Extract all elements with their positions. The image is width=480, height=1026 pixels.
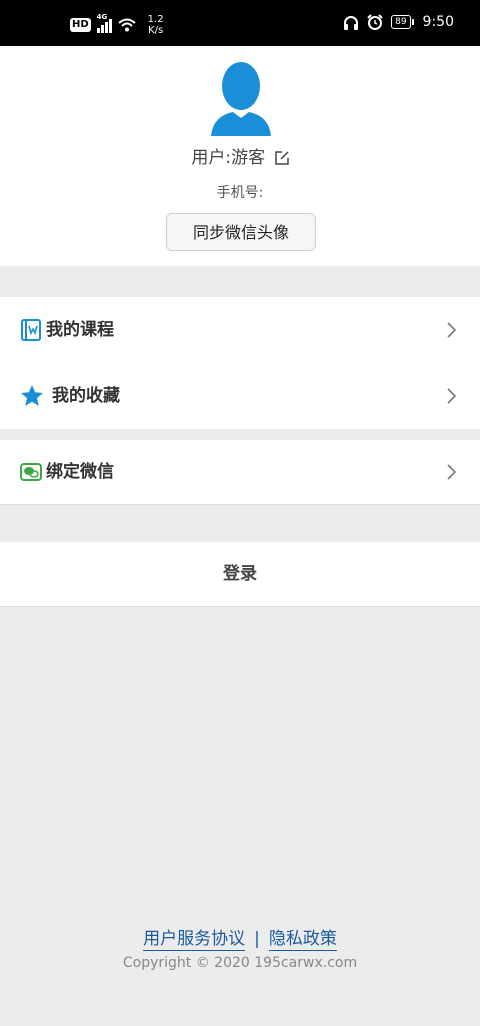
privacy-link[interactable]: 隐私政策 [268, 929, 337, 951]
speed-unit: K/s [148, 25, 164, 36]
hd-badge: HD [70, 18, 91, 32]
phone-label: 手机号: [216, 185, 264, 201]
book-icon [21, 319, 41, 341]
profile-section: 用户:游客 手机号: 同步微信头像 [0, 46, 480, 266]
menu-label-bind-wechat: 绑定微信 [46, 462, 114, 482]
footer-links: 用户服务协议 | 隐私政策 [0, 924, 480, 951]
copyright: Copyright © 2020 195carwx.com [122, 955, 358, 971]
chevron-right-icon [447, 388, 456, 404]
status-bar: HD 4G 1.2 K/s 89 9:50 [0, 0, 480, 46]
sync-wechat-avatar-button[interactable]: 同步微信头像 [166, 213, 316, 251]
network-type: 4G [96, 13, 108, 21]
wechat-icon [20, 463, 42, 481]
chevron-right-icon [447, 464, 456, 480]
user-name-row: 用户:游客 [0, 143, 480, 168]
menu-label-favorites: 我的收藏 [52, 386, 120, 406]
edit-icon[interactable] [274, 151, 289, 165]
terms-link[interactable]: 用户服务协议 [143, 929, 246, 951]
menu-item-bind-wechat[interactable]: 绑定微信 [0, 440, 480, 504]
login-label: 登录 [223, 564, 257, 584]
speed-value: 1.2 [147, 14, 164, 25]
login-button[interactable]: 登录 [0, 542, 480, 607]
menu-group-wechat: 绑定微信 [0, 440, 480, 505]
menu-item-favorites[interactable]: 我的收藏 [0, 363, 480, 429]
clock: 9:50 [422, 14, 454, 30]
menu-group-main: 我的课程 我的收藏 [0, 297, 480, 429]
user-name: 用户:游客 [191, 148, 266, 168]
wifi-icon [118, 18, 136, 32]
alarm-icon [367, 14, 383, 30]
star-icon [21, 385, 43, 406]
network-speed: 1.2 K/s [148, 14, 164, 36]
menu-item-courses[interactable]: 我的课程 [0, 297, 480, 363]
menu-label-courses: 我的课程 [46, 320, 114, 340]
status-right: 89 9:50 [343, 14, 454, 30]
status-left: HD 4G 1.2 K/s [70, 13, 164, 36]
headphones-icon [344, 15, 359, 30]
chevron-right-icon [447, 322, 456, 338]
battery-icon: 89 [391, 15, 415, 29]
footer-separator: | [254, 929, 260, 949]
avatar[interactable] [211, 60, 271, 136]
signal-icon: 4G [96, 13, 112, 33]
